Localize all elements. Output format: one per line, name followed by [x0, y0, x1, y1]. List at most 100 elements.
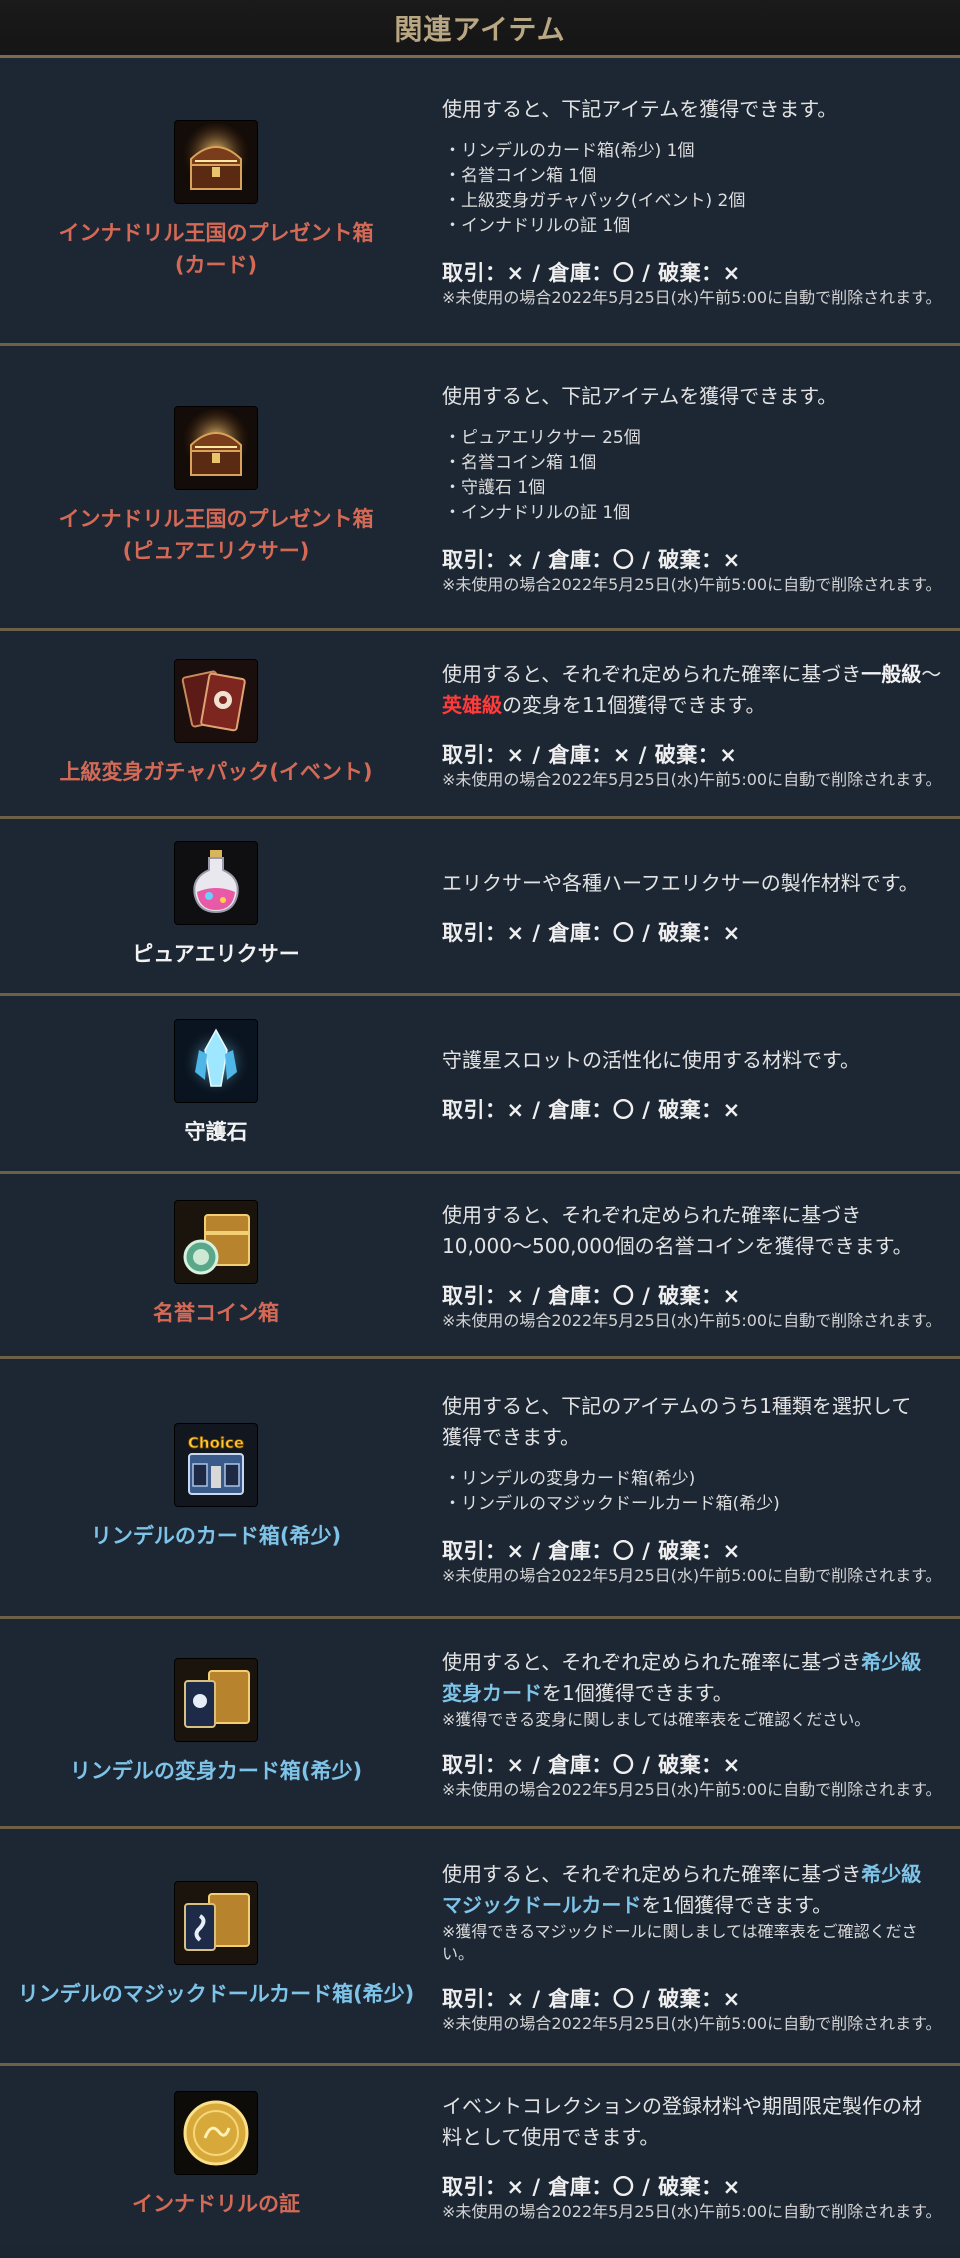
- section-title: 関連アイテム: [394, 12, 566, 46]
- desc-highlight-blue: 希少級: [861, 1862, 922, 1886]
- item-name: 守護石: [184, 1119, 248, 1144]
- item-row: 守護石 守護星スロットの活性化に使用する材料です。 取引：× / 倉庫：〇 / …: [0, 996, 960, 1174]
- desc-highlight-blue: マジックドールカード: [442, 1893, 642, 1917]
- desc-text: を1個獲得できます。: [641, 1893, 833, 1917]
- item-name: インナドリルの証: [132, 2192, 300, 2216]
- item-detail: エリクサーや各種ハーフエリクサーの製作材料です。 取引：× / 倉庫：〇 / 破…: [432, 819, 960, 993]
- item-row: Choice リンデルのカード箱(希少) 使用すると、下記のアイテムのうち1種類…: [0, 1359, 960, 1619]
- item-name-line: (カード): [174, 252, 258, 277]
- item-row: 上級変身ガチャパック(イベント) 使用すると、それぞれ定められた確率に基づき一般…: [0, 631, 960, 819]
- item-name: リンデルのマジックドールカード箱(希少): [17, 1982, 415, 2006]
- list-item: ・上級変身ガチャパック(イベント) 2個: [444, 191, 746, 211]
- item-name-line: インナドリル王国のプレゼント箱: [58, 220, 374, 245]
- item-description: 使用すると、下記アイテムを獲得できます。: [442, 383, 838, 408]
- item-detail: 使用すると、それぞれ定められた確率に基づき一般級～ 英雄級の変身を11個獲得できま…: [432, 631, 960, 816]
- item-detail: 守護星スロットの活性化に使用する材料です。 取引：× / 倉庫：〇 / 破棄：×: [432, 996, 960, 1171]
- desc-highlight-blue: 変身カード: [442, 1680, 542, 1705]
- gold-coin-icon: [175, 2092, 257, 2174]
- list-item: ・インナドリルの証 1個: [444, 216, 631, 236]
- trade-info: 取引：× / 倉庫：〇 / 破棄：×: [442, 1752, 741, 1777]
- item-contents-list: ・リンデルのカード箱(希少) 1個 ・名誉コイン箱 1個 ・上級変身ガチャパック…: [442, 139, 946, 239]
- item-description: エリクサーや各種ハーフエリクサーの製作材料です。: [442, 870, 919, 895]
- expire-note: ※未使用の場合2022年5月25日(水)午前5:00に自動で削除されます。: [442, 1779, 942, 1799]
- desc-note: ※獲得できる変身に関しましては確率表をご確認ください。: [442, 1709, 871, 1729]
- item-row: リンデルの変身カード箱(希少) 使用すると、それぞれ定められた確率に基づき希少級…: [0, 1619, 960, 1829]
- item-detail: 使用すると、下記のアイテムのうち1種類を選択して 獲得できます。 ・リンデルの変…: [432, 1359, 960, 1616]
- list-item: ・リンデルのカード箱(希少) 1個: [444, 141, 695, 161]
- item-name: インナドリル王国のプレゼント箱 (カード): [59, 217, 374, 281]
- trade-info: 取引：× / 倉庫：〇 / 破棄：×: [442, 1098, 741, 1122]
- coin-chest-icon: [175, 1201, 257, 1283]
- list-item: ・リンデルのマジックドールカード箱(希少): [444, 1493, 780, 1514]
- desc-line: 10,000～500,000個の名誉コインを獲得できます。: [442, 1234, 913, 1258]
- item-cell: Choice リンデルのカード箱(希少): [0, 1359, 432, 1616]
- item-detail: 使用すると、下記アイテムを獲得できます。 ・ピュアエリクサー 25個 ・名誉コイ…: [432, 346, 960, 628]
- trade-info: 取引：× / 倉庫：× / 破棄：×: [442, 742, 738, 767]
- item-row: インナドリル王国のプレゼント箱 (ピュアエリクサー) 使用すると、下記アイテムを…: [0, 346, 960, 631]
- item-contents-list: ・リンデルの変身カード箱(希少) ・リンデルのマジックドールカード箱(希少): [442, 1467, 946, 1517]
- item-description: 使用すると、下記のアイテムのうち1種類を選択して 獲得できます。: [442, 1391, 946, 1453]
- desc-note: ※獲得できるマジックドールに関しましては確率表をご確認ください。: [442, 1922, 918, 1963]
- item-name: リンデルのカード箱(希少): [90, 1523, 342, 1548]
- item-cell: 守護石: [0, 996, 432, 1171]
- item-row: 名誉コイン箱 使用すると、それぞれ定められた確率に基づき 10,000～500,…: [0, 1174, 960, 1359]
- choice-label: Choice: [188, 1434, 244, 1452]
- desc-text: を1個獲得できます。: [542, 1680, 733, 1705]
- expire-note: ※未使用の場合2022年5月25日(水)午前5:00に自動で削除されます。: [442, 2014, 942, 2033]
- trade-info: 取引：× / 倉庫：〇 / 破棄：×: [442, 920, 741, 945]
- list-item: ・守護石 1個: [444, 477, 546, 498]
- desc-highlight-blue: 希少級: [861, 1649, 922, 1674]
- item-detail: 使用すると、それぞれ定められた確率に基づき 10,000～500,000個の名誉…: [432, 1174, 960, 1356]
- list-item: ・名誉コイン箱 1個: [444, 166, 597, 186]
- desc-line: 獲得できます。: [442, 1424, 580, 1449]
- list-item: ・インナドリルの証 1個: [444, 502, 631, 523]
- item-detail: イベントコレクションの登録材料や期間限定製作の材 料として使用できます。 取引：…: [432, 2066, 960, 2246]
- item-name-line: インナドリル王国のプレゼント箱: [58, 507, 374, 531]
- item-description: 守護星スロットの活性化に使用する材料です。: [442, 1048, 860, 1072]
- desc-text: 使用すると、それぞれ定められた確率に基づき: [442, 1649, 862, 1674]
- item-name: インナドリル王国のプレゼント箱 (ピュアエリクサー): [59, 503, 374, 567]
- item-description: 使用すると、それぞれ定められた確率に基づき希少級マジックドールカードを1個獲得で…: [442, 1859, 946, 1921]
- item-cell: リンデルのマジックドールカード箱(希少): [0, 1829, 432, 2063]
- item-row: ピュアエリクサー エリクサーや各種ハーフエリクサーの製作材料です。 取引：× /…: [0, 819, 960, 996]
- item-name: 名誉コイン箱: [153, 1301, 279, 1325]
- expire-note: ※未使用の場合2022年5月25日(水)午前5:00に自動で削除されます。: [442, 2202, 942, 2221]
- item-name-line: (ピュアエリクサー): [122, 539, 310, 563]
- expire-note: ※未使用の場合2022年5月25日(水)午前5:00に自動で削除されます。: [442, 574, 942, 594]
- item-cell: ピュアエリクサー: [0, 819, 432, 993]
- desc-highlight: 一般級: [861, 661, 922, 686]
- item-name: ピュアエリクサー: [132, 942, 300, 966]
- desc-line: 使用すると、下記のアイテムのうち1種類を選択して: [442, 1393, 912, 1418]
- card-chest-icon: [175, 1658, 257, 1741]
- desc-text: の変身を11個獲得できます。: [502, 692, 766, 717]
- item-cell: インナドリルの証: [0, 2066, 432, 2246]
- item-description: 使用すると、それぞれ定められた確率に基づき一般級～ 英雄級の変身を11個獲得できま…: [442, 659, 946, 721]
- trade-info: 取引：× / 倉庫：〇 / 破棄：×: [442, 261, 741, 285]
- item-description: 使用すると、それぞれ定められた確率に基づき希少級変身カードを1個獲得できます。: [442, 1647, 946, 1709]
- item-detail: 使用すると、それぞれ定められた確率に基づき希少級 変身カードを1個獲得できます。 …: [432, 1619, 960, 1826]
- desc-text: 使用すると、それぞれ定められた確率に基づき: [442, 661, 862, 686]
- item-name: リンデルの変身カード箱(希少): [69, 1758, 363, 1783]
- item-description: 使用すると、下記アイテムを獲得できます。: [442, 97, 838, 121]
- item-cell: 名誉コイン箱: [0, 1174, 432, 1356]
- item-row: インナドリル王国のプレゼント箱 (カード) 使用すると、下記アイテムを獲得できま…: [0, 58, 960, 346]
- item-cell: リンデルの変身カード箱(希少): [0, 1619, 432, 1826]
- item-name: 上級変身ガチャパック(イベント): [59, 759, 373, 784]
- expire-note: ※未使用の場合2022年5月25日(水)午前5:00に自動で削除されます。: [442, 769, 942, 789]
- doll-card-chest-icon: [175, 1882, 257, 1964]
- trade-info: 取引：× / 倉庫：〇 / 破棄：×: [442, 2175, 741, 2199]
- related-items-panel: 関連アイテム インナドリル王国のプレゼント箱 (カード) 使用すると、下記アイテ…: [0, 0, 960, 2258]
- item-cell: インナドリル王国のプレゼント箱 (ピュアエリクサー): [0, 346, 432, 628]
- desc-text: 使用すると、それぞれ定められた確率に基づき: [442, 1862, 862, 1886]
- desc-highlight-red: 英雄級: [442, 692, 502, 717]
- treasure-chest-icon: [175, 407, 257, 489]
- potion-flask-icon: [175, 842, 257, 924]
- item-cell: インナドリル王国のプレゼント箱 (カード): [0, 58, 432, 343]
- item-row: リンデルのマジックドールカード箱(希少) 使用すると、それぞれ定められた確率に基…: [0, 1829, 960, 2066]
- choice-box-icon: Choice: [175, 1423, 257, 1506]
- desc-line: 使用すると、それぞれ定められた確率に基づき: [442, 1203, 862, 1227]
- section-header: 関連アイテム: [0, 0, 960, 58]
- list-item: ・ピュアエリクサー 25個: [444, 427, 641, 448]
- treasure-chest-icon: [175, 120, 257, 203]
- trade-info: 取引：× / 倉庫：〇 / 破棄：×: [442, 1987, 741, 2011]
